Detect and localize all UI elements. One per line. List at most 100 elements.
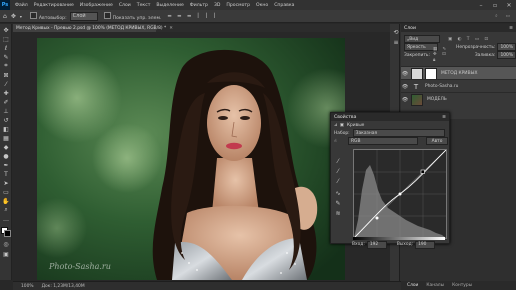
screen-mode-icon[interactable]: ▣ — [2, 250, 10, 258]
workspace-icon[interactable]: ▭ — [506, 14, 510, 19]
layer-row-curves[interactable]: 👁︎ МЕТОД КРИВЫХ — [401, 66, 516, 80]
quick-mask-icon[interactable]: ◎ — [2, 240, 10, 248]
layer-filter-row: ⌕ Вид ▣ ◐ T ▭ ⊡ — [401, 35, 516, 43]
search-icon[interactable]: ⌕ — [495, 13, 498, 19]
layer-mask-thumb[interactable] — [425, 67, 437, 80]
eyedropper-tool-icon[interactable]: ⁄ — [2, 80, 10, 88]
smooth-curve-icon[interactable]: ≋ — [334, 209, 342, 217]
lasso-tool-icon[interactable]: ℓ — [2, 44, 10, 52]
transform-controls-label: Показать упр. элем. — [112, 15, 162, 21]
visibility-eye-icon[interactable]: 👁︎ — [401, 84, 409, 90]
blur-tool-icon[interactable]: ◆ — [2, 143, 10, 151]
curve-point-tool-icon[interactable]: ∿ — [334, 189, 342, 197]
foreground-color-swatch[interactable] — [4, 230, 11, 237]
layers-panel-title[interactable]: Слои ≡ — [401, 24, 516, 32]
menu-image[interactable]: Изображение — [77, 3, 116, 8]
curve-point[interactable] — [398, 192, 402, 196]
curve-point-selected[interactable] — [420, 169, 425, 174]
layer-filter-select[interactable]: ⌕ Вид — [404, 35, 440, 43]
close-icon[interactable]: ✕ — [502, 0, 516, 10]
more-tools-icon[interactable]: … — [2, 215, 10, 223]
marquee-tool-icon[interactable]: ⬚ — [2, 35, 10, 43]
tab-layers[interactable]: Слои — [407, 283, 418, 288]
menu-view[interactable]: Просмотр — [223, 3, 253, 8]
photo-canvas[interactable]: Photo-Sasha.ru — [37, 38, 345, 280]
preset-select[interactable]: Заказная — [352, 129, 445, 137]
panel-menu-icon[interactable]: ≡ — [509, 26, 513, 31]
menu-window[interactable]: Окно — [253, 3, 271, 8]
menu-3d[interactable]: 3D — [211, 3, 223, 8]
black-eyedropper-icon[interactable]: ⁄ — [334, 157, 342, 165]
layers-panel-title-text: Слои — [404, 25, 416, 31]
shape-tool-icon[interactable]: ▭ — [2, 188, 10, 196]
tool-preset-dropdown-icon[interactable]: ▾ — [20, 14, 22, 19]
close-tab-icon[interactable]: ✕ — [169, 26, 173, 31]
document-tab[interactable]: Метод Кривых - Превью 2.psd @ 100% (МЕТО… — [13, 24, 173, 32]
opacity-input[interactable]: 100% — [497, 43, 516, 51]
quick-select-tool-icon[interactable]: ✎ — [2, 53, 10, 61]
menu-select[interactable]: Выделение — [153, 3, 186, 8]
gradient-tool-icon[interactable]: ▦ — [2, 134, 10, 142]
panel-menu-icon[interactable]: ≡ — [442, 115, 446, 120]
frame-tool-icon[interactable]: ⊠ — [2, 71, 10, 79]
pencil-curve-icon[interactable]: ✎ — [334, 199, 342, 207]
autoselect-checkbox[interactable]: Автовыбор: — [29, 11, 67, 21]
curve-point[interactable] — [375, 216, 379, 220]
filter-type-icons[interactable]: ▣ ◐ T ▭ ⊡ — [448, 37, 490, 42]
mask-icon[interactable]: ▣ — [340, 123, 344, 128]
menu-help[interactable]: Справка — [271, 3, 297, 8]
visibility-eye-icon[interactable]: 👁︎ — [401, 97, 409, 103]
curves-graph[interactable] — [353, 149, 447, 239]
layers-panel: Слои ≡ ⌕ Вид ▣ ◐ T ▭ ⊡ Яркость Непрозрач… — [401, 24, 516, 119]
dodge-tool-icon[interactable]: ● — [2, 152, 10, 160]
zoom-level[interactable]: 100% — [21, 284, 34, 289]
properties-header-row: ⊿ ▣ Кривые — [331, 121, 449, 129]
autoselect-label: Автовыбор: — [38, 15, 67, 21]
menu-text[interactable]: Текст — [134, 3, 154, 8]
target-adjust-icon[interactable]: ☝︎ — [334, 139, 348, 144]
fill-input[interactable]: 100% — [497, 51, 516, 59]
minimize-icon[interactable]: – — [474, 0, 488, 10]
white-eyedropper-icon[interactable]: ⁄ — [334, 177, 342, 185]
tab-paths[interactable]: Контуры — [452, 283, 472, 288]
layer-row-model[interactable]: 👁︎ МОДЕЛЬ — [401, 92, 516, 106]
path-select-tool-icon[interactable]: ➤ — [2, 179, 10, 187]
curves-graph-svg — [354, 150, 446, 238]
move-tool-icon[interactable]: ✥ — [11, 13, 16, 20]
hand-tool-icon[interactable]: ✋ — [2, 197, 10, 205]
blend-row: Яркость Непрозрачность: 100% — [401, 43, 516, 51]
crop-tool-icon[interactable]: ⌗ — [2, 62, 10, 70]
history-panel-icon[interactable]: ⟲ — [392, 28, 400, 36]
visibility-eye-icon[interactable]: 👁︎ — [401, 71, 409, 77]
channel-select[interactable]: RGB — [348, 137, 418, 145]
brush-tool-icon[interactable]: ✐ — [2, 98, 10, 106]
maximize-icon[interactable]: ▫ — [488, 0, 502, 10]
input-value-field[interactable]: 192 — [366, 240, 387, 249]
autoselect-target-select[interactable]: Слой — [69, 11, 98, 21]
layer-row-text[interactable]: 👁︎ T Photo-Sasha.ru — [401, 79, 516, 93]
move-tool-icon[interactable]: ✥ — [2, 26, 10, 34]
output-value-field[interactable]: 190 — [415, 240, 436, 249]
eraser-tool-icon[interactable]: ◧ — [2, 125, 10, 133]
auto-button[interactable]: Авто — [426, 137, 448, 145]
properties-panel-title[interactable]: Свойства ≡ — [331, 113, 449, 121]
healing-brush-tool-icon[interactable]: ✚ — [2, 89, 10, 97]
fill-label: Заливка: — [474, 52, 496, 58]
properties-panel-icon[interactable]: ≡ — [392, 38, 400, 46]
stamp-tool-icon[interactable]: ⊥ — [2, 107, 10, 115]
home-icon[interactable]: ⌂ — [3, 13, 7, 20]
preset-value: Заказная — [355, 130, 378, 136]
transform-controls-checkbox[interactable]: Показать упр. элем. — [103, 11, 162, 21]
gray-eyedropper-icon[interactable]: ⁄ — [334, 167, 342, 175]
type-tool-icon[interactable]: T — [2, 170, 10, 178]
tab-channels[interactable]: Каналы — [426, 283, 444, 288]
pen-tool-icon[interactable]: ✒ — [2, 161, 10, 169]
lock-icons[interactable]: ▦ ✎ ✥ ⊡ 🔒︎ — [433, 47, 453, 63]
menu-edit[interactable]: Редактирование — [31, 3, 77, 8]
align-icons[interactable]: ▬ ▬ ▬ ┃ ┃ ┃ — [167, 14, 218, 19]
zoom-tool-icon[interactable]: ⌕ — [2, 206, 10, 214]
history-brush-tool-icon[interactable]: ↺ — [2, 116, 10, 124]
menu-layers[interactable]: Слои — [116, 3, 134, 8]
menu-file[interactable]: Файл — [12, 3, 31, 8]
menu-filter[interactable]: Фильтр — [187, 3, 211, 8]
